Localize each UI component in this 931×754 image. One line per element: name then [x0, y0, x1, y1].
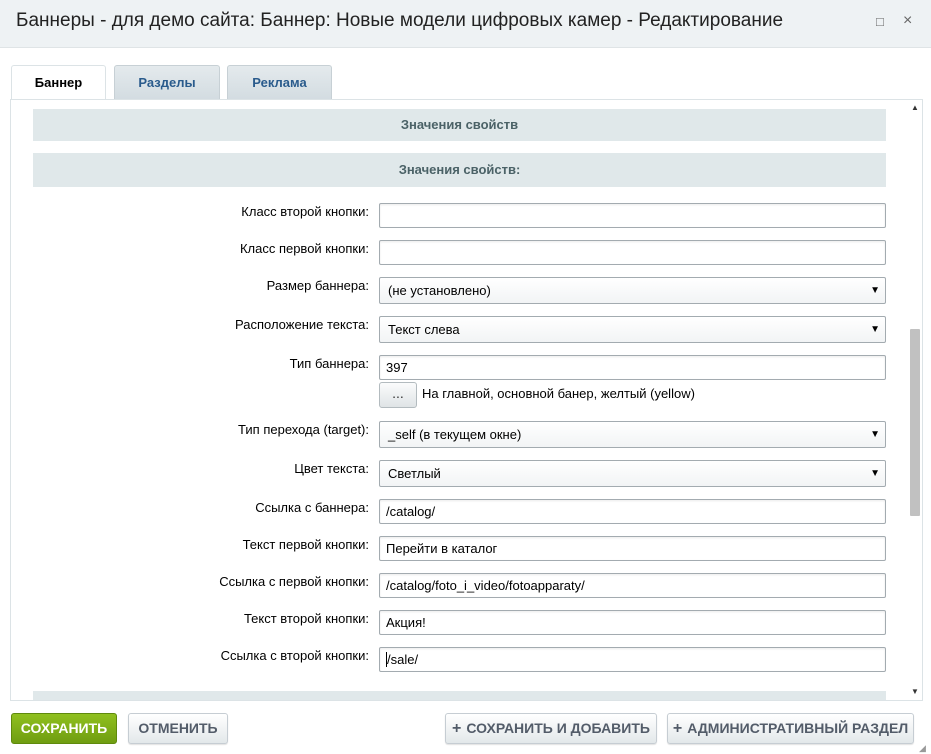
- dialog-title: Баннеры - для демо сайта: Баннер: Новые …: [16, 10, 784, 31]
- admin-section-label: АДМИНИСТРАТИВНЫЙ РАЗДЕЛ: [687, 720, 909, 736]
- text-color-select[interactable]: Светлый ▼: [379, 460, 886, 487]
- first-button-class-label: Класс первой кнопки:: [239, 241, 369, 256]
- banner-size-select[interactable]: (не установлено) ▼: [379, 277, 886, 304]
- second-button-text-input[interactable]: Акция!: [379, 610, 886, 635]
- text-position-select[interactable]: Текст слева ▼: [379, 316, 886, 343]
- second-button-text-label: Текст второй кнопки:: [243, 611, 369, 626]
- first-button-class-input[interactable]: [379, 240, 886, 265]
- banner-link-label: Ссылка с баннера:: [255, 500, 369, 515]
- chevron-down-icon: ▼: [870, 468, 880, 479]
- text-position-label: Расположение текста:: [235, 317, 369, 332]
- dialog-footer: СОХРАНИТЬ ОТМЕНИТЬ + СОХРАНИТЬ И ДОБАВИТЬ…: [0, 701, 931, 754]
- scroll-up-icon[interactable]: ▲: [908, 103, 922, 112]
- banner-size-value: (не установлено): [388, 283, 491, 298]
- plus-icon: +: [452, 720, 462, 737]
- second-button-class-input[interactable]: [379, 203, 886, 228]
- chevron-down-icon: ▼: [870, 324, 880, 335]
- target-value: _self (в текущем окне): [388, 427, 522, 442]
- banner-type-picker-button[interactable]: ...: [379, 382, 417, 408]
- target-select[interactable]: _self (в текущем окне) ▼: [379, 421, 886, 448]
- target-label: Тип перехода (target):: [238, 422, 369, 437]
- save-and-add-button[interactable]: + СОХРАНИТЬ И ДОБАВИТЬ: [445, 713, 657, 744]
- close-icon[interactable]: ×: [903, 12, 912, 30]
- tab-banner[interactable]: Баннер: [11, 65, 106, 100]
- save-button[interactable]: СОХРАНИТЬ: [11, 713, 117, 744]
- section-properties-values: Значения свойств:: [33, 153, 886, 187]
- second-button-class-label: Класс второй кнопки:: [241, 204, 369, 219]
- first-button-text-input[interactable]: Перейти в каталог: [379, 536, 886, 561]
- scrollbar[interactable]: ▲ ▼: [908, 101, 922, 701]
- second-button-link-value: /sale/: [387, 652, 419, 667]
- section-next: [33, 691, 886, 700]
- second-button-link-label: Ссылка с второй кнопки:: [220, 648, 369, 663]
- dialog-titlebar: Баннеры - для демо сайта: Баннер: Новые …: [0, 0, 931, 48]
- resize-grip-icon[interactable]: ◢: [919, 743, 926, 754]
- chevron-down-icon: ▼: [870, 429, 880, 440]
- banner-link-input[interactable]: /catalog/: [379, 499, 886, 524]
- cancel-button[interactable]: ОТМЕНИТЬ: [128, 713, 228, 744]
- first-button-link-input[interactable]: /catalog/foto_i_video/fotoapparaty/: [379, 573, 886, 598]
- text-position-value: Текст слева: [388, 322, 460, 337]
- form-panel: Значения свойств Значения свойств: Класс…: [10, 99, 923, 701]
- banner-type-label: Тип баннера:: [289, 356, 369, 371]
- plus-icon: +: [672, 720, 683, 737]
- chevron-down-icon: ▼: [870, 285, 880, 296]
- banner-size-label: Размер баннера:: [266, 278, 369, 293]
- save-and-add-label: СОХРАНИТЬ И ДОБАВИТЬ: [466, 720, 650, 736]
- text-color-label: Цвет текста:: [294, 461, 369, 476]
- scroll-down-icon[interactable]: ▼: [908, 687, 922, 696]
- first-button-link-label: Ссылка с первой кнопки:: [219, 574, 369, 589]
- section-properties: Значения свойств: [33, 109, 886, 141]
- scrollbar-thumb[interactable]: [910, 329, 920, 516]
- admin-section-button[interactable]: + АДМИНИСТРАТИВНЫЙ РАЗДЕЛ: [667, 713, 914, 744]
- banner-type-input[interactable]: 397: [379, 355, 886, 380]
- text-color-value: Светлый: [388, 466, 441, 481]
- second-button-link-input[interactable]: /sale/: [379, 647, 886, 672]
- banner-type-description: На главной, основной банер, желтый (yell…: [422, 386, 695, 401]
- tab-advertising[interactable]: Реклама: [227, 65, 332, 99]
- tab-sections[interactable]: Разделы: [114, 65, 220, 99]
- first-button-text-label: Текст первой кнопки:: [242, 537, 369, 552]
- maximize-icon[interactable]: □: [876, 14, 884, 29]
